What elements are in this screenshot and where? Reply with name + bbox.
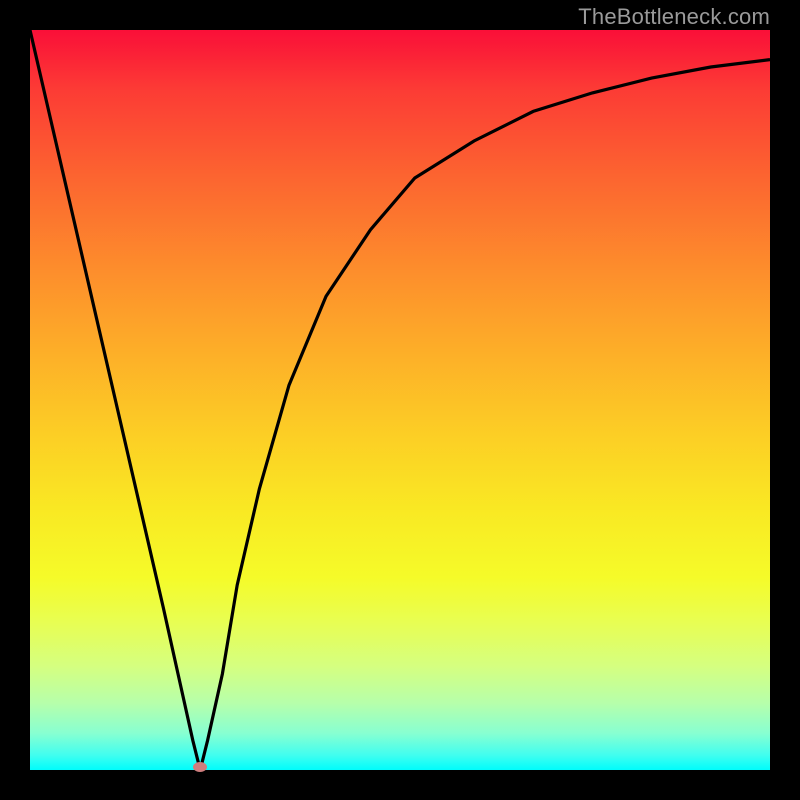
curve-path [30,30,770,770]
watermark-text: TheBottleneck.com [578,4,770,30]
optimal-point-marker [193,762,207,772]
bottleneck-curve [30,30,770,770]
plot-gradient-area [30,30,770,770]
chart-frame: TheBottleneck.com [0,0,800,800]
